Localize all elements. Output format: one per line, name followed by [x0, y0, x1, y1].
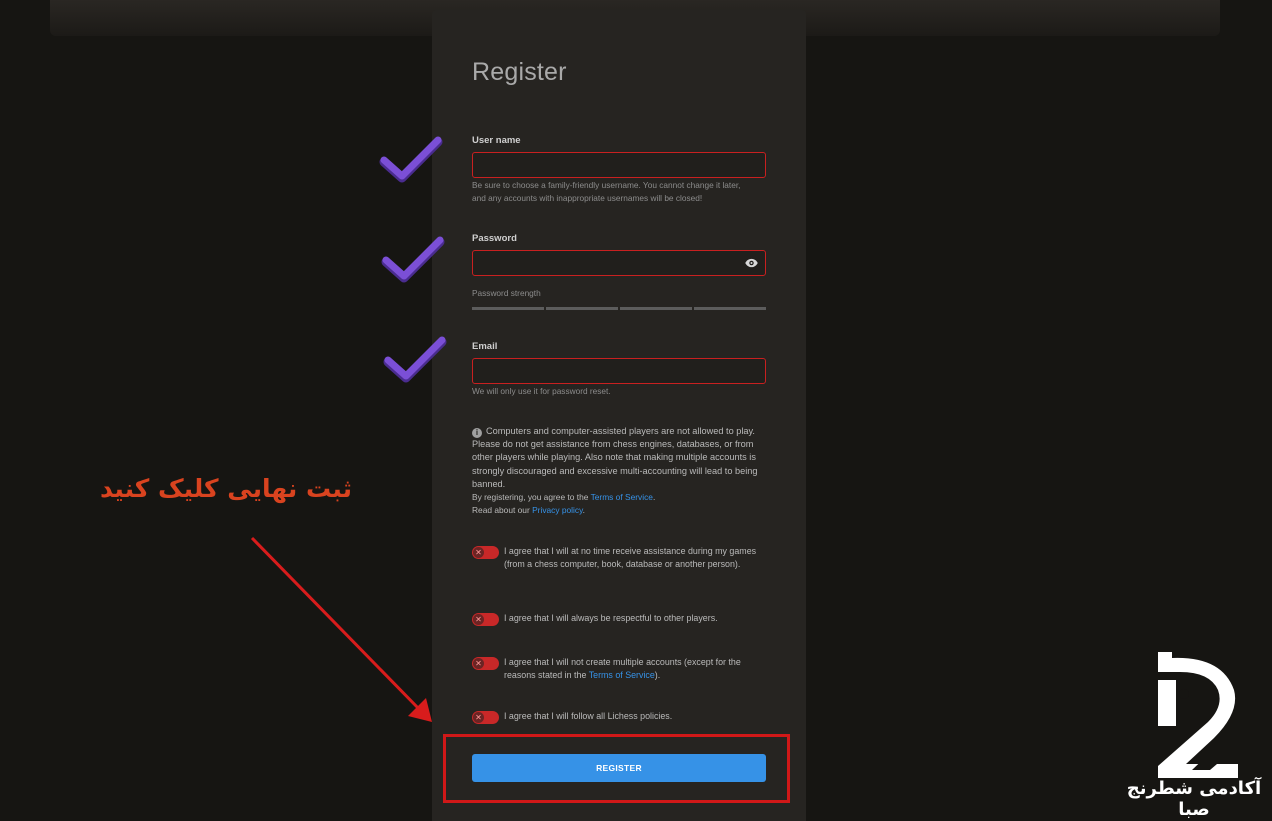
info-icon: i [472, 428, 482, 438]
academy-name: آکادمی شطرنج صبا [1126, 778, 1262, 820]
agreement-toggle-policies[interactable]: ✕ [472, 711, 499, 724]
terms-of-service-link[interactable]: Terms of Service [589, 670, 655, 680]
close-icon: ✕ [473, 712, 484, 723]
strength-segment [694, 307, 766, 310]
page-title: Register [472, 58, 567, 86]
agreement-text: I agree that I will follow all Lichess p… [504, 711, 673, 721]
username-help: Be sure to choose a family-friendly user… [472, 179, 772, 205]
username-input[interactable] [472, 152, 766, 178]
agreement-multiple-accounts: ✕ I agree that I will not create multipl… [472, 656, 772, 682]
password-label: Password [472, 233, 517, 244]
strength-segment [620, 307, 692, 310]
terms-of-service-link[interactable]: Terms of Service [591, 492, 653, 502]
arrow-icon [250, 536, 432, 722]
strength-segment [546, 307, 618, 310]
email-label: Email [472, 341, 498, 352]
agreement-text: I agree that I will always be respectful… [504, 613, 718, 623]
click-instruction-annotation: ثبت نهایی کلیک کنید [99, 474, 353, 503]
password-input[interactable] [472, 250, 766, 276]
agreement-respect: ✕ I agree that I will always be respectf… [472, 612, 772, 626]
email-input[interactable] [472, 358, 766, 384]
academy-logo-icon [1158, 652, 1238, 778]
agreement-toggle-respect[interactable]: ✕ [472, 613, 499, 626]
username-help-line1: Be sure to choose a family-friendly user… [472, 180, 741, 190]
checkmark-icon [379, 136, 443, 183]
password-strength-label: Password strength [472, 288, 541, 298]
register-panel: Register User name Be sure to choose a f… [432, 10, 806, 821]
close-icon: ✕ [473, 658, 484, 669]
password-strength-meter [472, 307, 766, 311]
notice-text: Computers and computer-assisted players … [472, 426, 758, 489]
tos-line: By registering, you agree to the Terms o… [472, 492, 656, 503]
agreement-assistance: ✕ I agree that I will at no time receive… [472, 545, 772, 571]
agreement-toggle-assistance[interactable]: ✕ [472, 546, 499, 559]
checkmark-icon [381, 236, 445, 283]
agreement-policies: ✕ I agree that I will follow all Lichess… [472, 710, 772, 724]
checkmark-icon [383, 336, 447, 383]
agreement-text: I agree that I will not create multiple … [504, 657, 741, 680]
username-label: User name [472, 135, 521, 146]
strength-segment [472, 307, 544, 310]
agreement-toggle-multiple-accounts[interactable]: ✕ [472, 657, 499, 670]
username-help-line2: and any accounts with inappropriate user… [472, 193, 703, 203]
privacy-line: Read about our Privacy policy. [472, 505, 585, 516]
fair-play-notice: i Computers and computer-assisted players… [472, 425, 772, 517]
close-icon: ✕ [473, 614, 484, 625]
email-help: We will only use it for password reset. [472, 386, 611, 396]
privacy-policy-link[interactable]: Privacy policy [532, 505, 583, 515]
register-highlight-box [443, 734, 790, 803]
eye-icon[interactable] [745, 258, 758, 268]
close-icon: ✕ [473, 547, 484, 558]
agreement-text: I agree that I will at no time receive a… [504, 546, 757, 569]
